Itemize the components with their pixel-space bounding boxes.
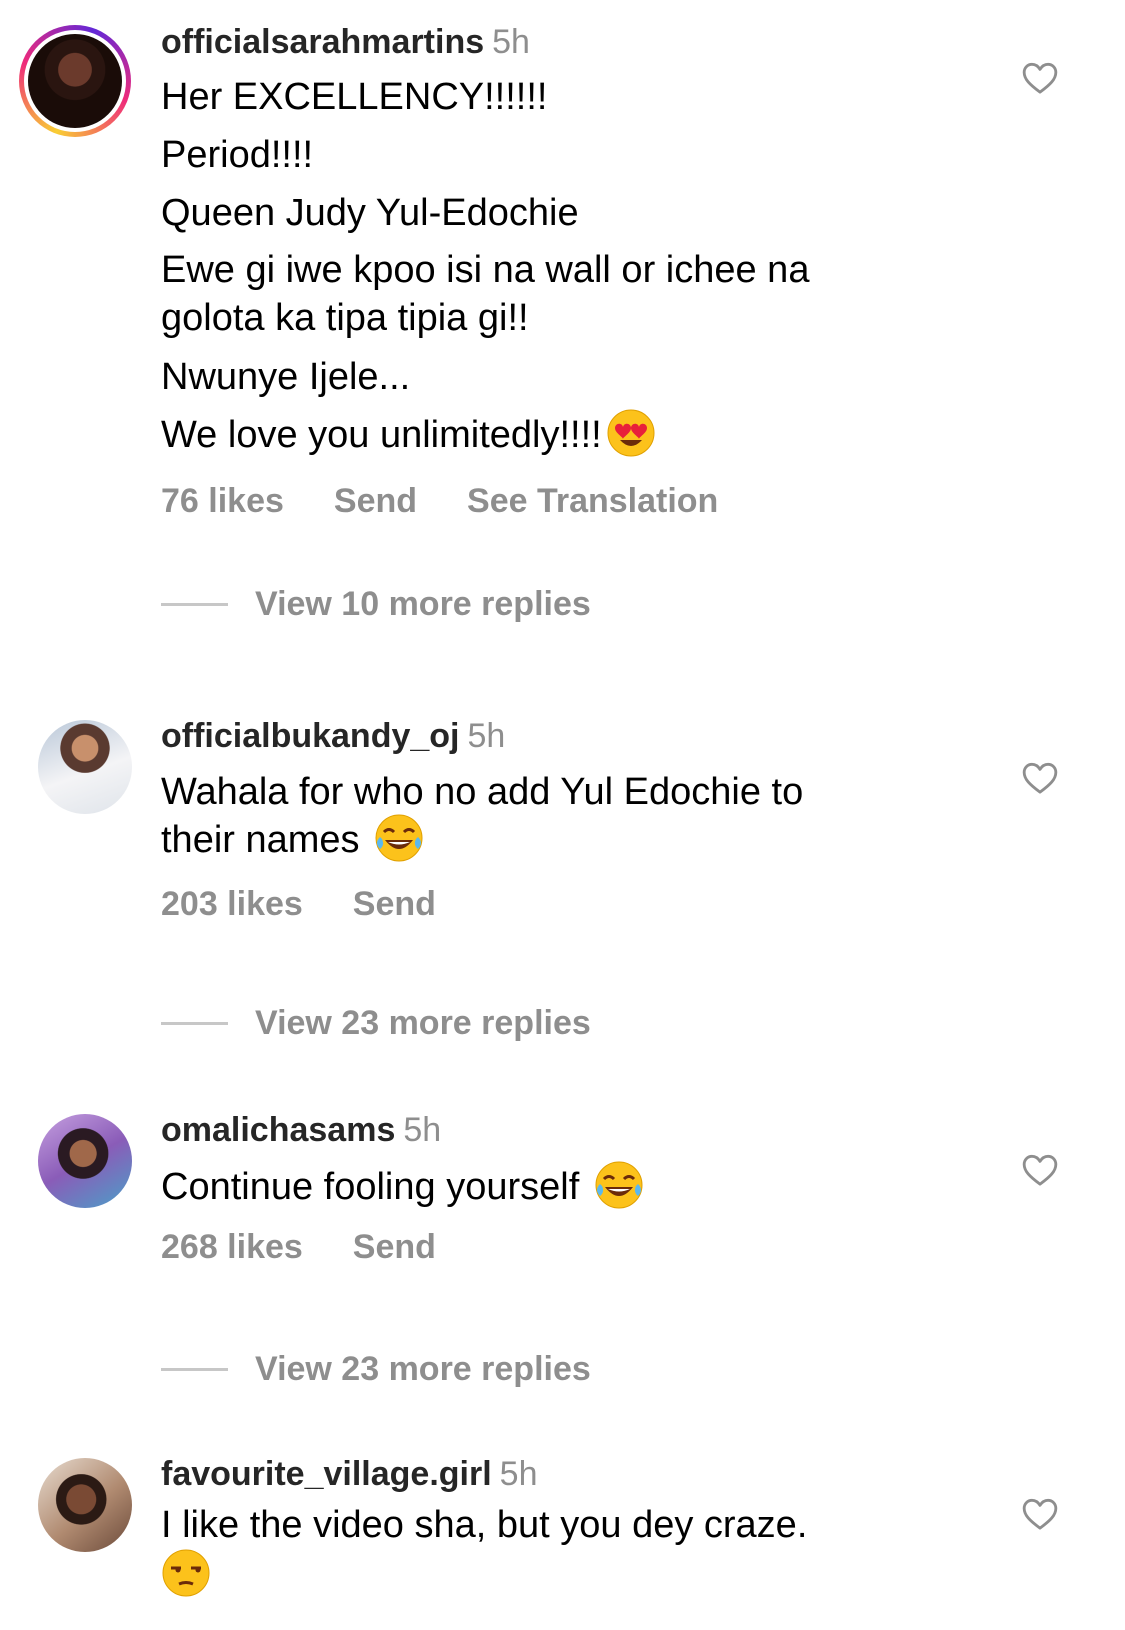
replies-divider [161, 1022, 228, 1025]
timestamp: 5h [467, 717, 506, 755]
timestamp: 5h [492, 23, 530, 61]
view-replies-button[interactable]: View 10 more replies [161, 585, 591, 625]
tears-of-joy-emoji [595, 1161, 643, 1209]
comment-actions: 203 likes Send [161, 885, 921, 924]
view-replies-button[interactable]: View 23 more replies [161, 1350, 591, 1390]
username[interactable]: favourite_village.girl [161, 1455, 492, 1493]
comment-header: officialbukandy_oj 5h [161, 716, 921, 756]
comment-actions: 268 likes Send [161, 1228, 921, 1267]
comment-text: Continue fooling yourself [161, 1158, 921, 1216]
timestamp: 5h [403, 1111, 442, 1149]
view-replies-label[interactable]: View 23 more replies [255, 1004, 591, 1043]
comment-line: Continue fooling yourself [161, 1158, 921, 1216]
comment-line: Nwunye Ijele... [161, 356, 411, 398]
comment-line-text: Continue fooling yourself [161, 1166, 580, 1208]
replies-divider [161, 1368, 228, 1371]
likes-count[interactable]: 203 likes [161, 885, 303, 923]
view-replies-button[interactable]: View 23 more replies [161, 1004, 591, 1044]
comment-actions: 76 likes Send See Translation [161, 482, 921, 521]
comment-line: I like the video sha, but you dey craze. [161, 1504, 808, 1546]
avatar[interactable] [28, 34, 122, 128]
heart-outline-icon[interactable] [1020, 1150, 1060, 1190]
heart-eyes-emoji [607, 409, 655, 457]
view-replies-label[interactable]: View 23 more replies [255, 1350, 591, 1389]
username[interactable]: omalichasams [161, 1111, 395, 1149]
tears-of-joy-emoji [375, 814, 423, 862]
see-translation-button[interactable]: See Translation [467, 482, 718, 520]
likes-count[interactable]: 76 likes [161, 482, 284, 520]
comment-line: Period!!!! [161, 134, 314, 176]
comment-header: officialsarahmartins 5h [161, 22, 921, 62]
comment-line-text: We love you unlimitedly!!!! [161, 414, 602, 456]
heart-outline-icon[interactable] [1020, 758, 1060, 798]
comment-line: We love you unlimitedly!!!! [161, 406, 921, 464]
heart-outline-icon[interactable] [1020, 1494, 1060, 1534]
username[interactable]: officialbukandy_oj [161, 717, 460, 755]
comment-line: Ewe gi iwe kpoo isi na wall or ichee na [161, 249, 810, 291]
view-replies-label[interactable]: View 10 more replies [255, 585, 591, 624]
comment-text: I like the video sha, but you dey craze. [161, 1500, 921, 1602]
comment-line-text: their names [161, 819, 360, 861]
avatar[interactable] [38, 1114, 132, 1208]
timestamp: 5h [499, 1455, 538, 1493]
comment-header: omalichasams 5h [161, 1110, 921, 1150]
comment-line: golota ka tipa tipia gi!! [161, 297, 529, 339]
comments-thread: officialsarahmartins 5h Her EXCELLENCY!!!… [0, 0, 1125, 1630]
replies-divider [161, 603, 228, 606]
avatar[interactable] [38, 720, 132, 814]
comment-text: Her EXCELLENCY!!!!!! Period!!!! Queen Ju… [161, 68, 921, 464]
comment-line: Her EXCELLENCY!!!!!! [161, 76, 548, 118]
story-ring[interactable] [19, 25, 131, 137]
likes-count[interactable]: 268 likes [161, 1228, 303, 1266]
comment-line: their names [161, 814, 921, 867]
send-button[interactable]: Send [353, 1228, 436, 1266]
unamused-emoji [162, 1549, 210, 1597]
send-button[interactable]: Send [334, 482, 417, 520]
comment-line: Wahala for who no add Yul Edochie to [161, 771, 804, 813]
send-button[interactable]: Send [353, 885, 436, 923]
comment-line: Queen Judy Yul-Edochie [161, 192, 579, 234]
avatar[interactable] [38, 1458, 132, 1552]
comment-line [161, 1549, 921, 1602]
heart-outline-icon[interactable] [1020, 58, 1060, 98]
username[interactable]: officialsarahmartins [161, 23, 484, 61]
comment-text: Wahala for who no add Yul Edochie to the… [161, 768, 921, 867]
comment-header: favourite_village.girl 5h [161, 1454, 921, 1494]
